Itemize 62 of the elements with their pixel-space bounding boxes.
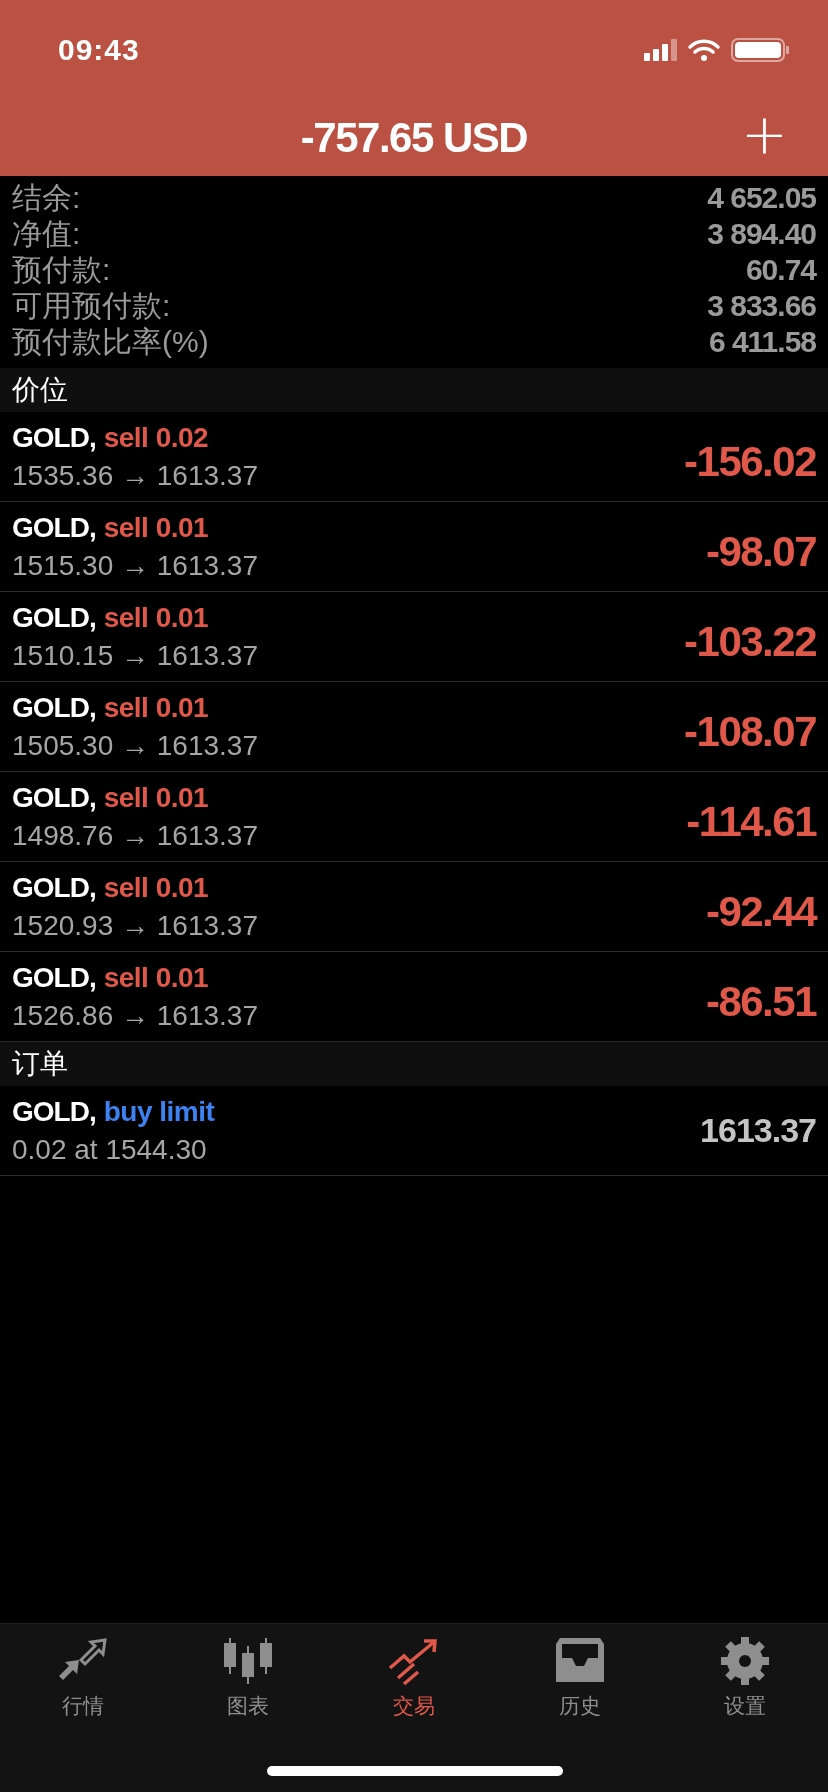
symbol: GOLD, (12, 871, 96, 904)
symbol: GOLD, (12, 421, 96, 454)
tab[interactable]: 设置 (662, 1624, 828, 1734)
symbol: GOLD, (12, 601, 96, 634)
signal-icon (644, 39, 677, 61)
summary-value: 3 894.40 (707, 217, 816, 251)
summary-label: 可用预付款: (12, 287, 171, 324)
trade-prices: 1515.30 → 1613.37 (12, 549, 258, 582)
profit-value: -108.07 (684, 707, 816, 756)
trade-action: sell 0.01 (103, 511, 209, 544)
profit-value: -86.51 (705, 977, 816, 1026)
profit-value: -103.22 (684, 617, 816, 666)
trade-row[interactable]: GOLD, sell 0.01 1505.30 → 1613.37 -108.07 (0, 682, 828, 772)
trade-prices: 0.02 at 1544.30 (12, 1133, 208, 1166)
summary-value: 4 652.05 (707, 181, 816, 215)
trade-action: sell 0.01 (103, 691, 209, 724)
trade-prices: 1520.93 → 1613.37 (12, 909, 258, 942)
summary-label: 结余: (12, 179, 81, 216)
trade-prices: 1498.76 → 1613.37 (12, 819, 258, 852)
summary-value: 3 833.66 (707, 289, 816, 323)
battery-icon (731, 38, 789, 62)
symbol: GOLD, (12, 691, 96, 724)
symbol: GOLD, (12, 511, 96, 544)
trade-action: sell 0.01 (103, 781, 209, 814)
trade-row[interactable]: GOLD, sell 0.01 1515.30 → 1613.37 -98.07 (0, 502, 828, 592)
section-header: 价位 (0, 368, 828, 412)
trade-row[interactable]: GOLD, sell 0.01 1498.76 → 1613.37 -114.61 (0, 772, 828, 862)
tab[interactable]: 历史 (496, 1624, 663, 1734)
add-button[interactable]: + (741, 106, 788, 162)
trade-prices: 1510.15 → 1613.37 (12, 639, 258, 672)
symbol: GOLD, (12, 1095, 96, 1128)
trade-prices: 1535.36 → 1613.37 (12, 459, 258, 492)
wifi-icon (688, 39, 720, 61)
trade-row[interactable]: GOLD, sell 0.02 1535.36 → 1613.37 -156.02 (0, 412, 828, 502)
summary-label: 预付款比率(%) (12, 323, 209, 360)
trade-row[interactable]: GOLD, buy limit 0.02 at 1544.30 1613.37 (0, 1086, 828, 1176)
trade-action: sell 0.02 (103, 421, 209, 454)
symbol: GOLD, (12, 781, 96, 814)
trade-row[interactable]: GOLD, sell 0.01 1510.15 → 1613.37 -103.22 (0, 592, 828, 682)
trade-action: sell 0.01 (103, 601, 209, 634)
profit-value: -98.07 (705, 527, 816, 576)
trade-prices: 1526.86 → 1613.37 (12, 999, 258, 1032)
tab[interactable]: 交易 (331, 1624, 497, 1734)
summary-value: 6 411.58 (708, 325, 816, 359)
account-profit: -757.65 USD (300, 114, 528, 162)
symbol: GOLD, (12, 961, 96, 994)
trade-row[interactable]: GOLD, sell 0.01 1520.93 → 1613.37 -92.44 (0, 862, 828, 952)
profit-value: -92.44 (705, 887, 816, 936)
trade-action: sell 0.01 (103, 961, 209, 994)
summary-label: 预付款: (12, 251, 111, 288)
status-time: 09:43 (58, 33, 140, 67)
summary-value: 60.74 (745, 253, 816, 287)
section-header: 订单 (0, 1042, 828, 1086)
current-price: 1613.37 (700, 1111, 816, 1150)
trade-action: buy limit (103, 1095, 215, 1128)
profit-value: -156.02 (684, 437, 816, 486)
profit-value: -114.61 (686, 797, 816, 846)
tab[interactable]: 行情 (0, 1624, 166, 1734)
trade-prices: 1505.30 → 1613.37 (12, 729, 258, 762)
trade-action: sell 0.01 (103, 871, 209, 904)
summary-label: 净值: (12, 215, 81, 252)
tab[interactable]: 图表 (165, 1624, 332, 1734)
